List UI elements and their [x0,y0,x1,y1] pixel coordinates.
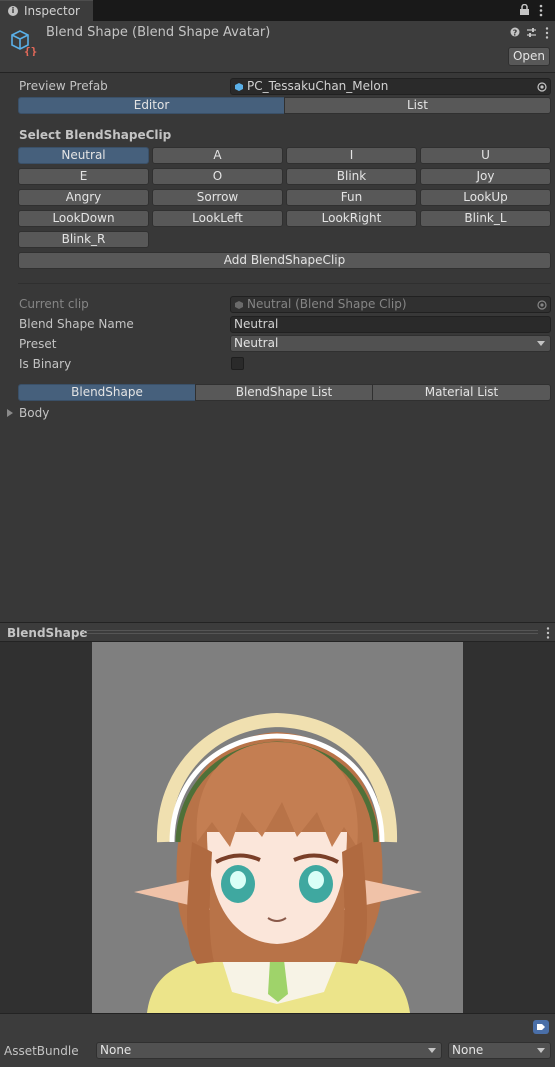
chevron-down-icon [537,1048,545,1053]
blendshape-avatar-icon: {} [11,30,37,56]
tab-inspector-label: Inspector [24,4,80,18]
clip-button-sorrow[interactable]: Sorrow [152,189,283,206]
info-icon: i [8,6,18,16]
preset-value: Neutral [234,336,279,350]
clip-button-angry[interactable]: Angry [18,189,149,206]
asset-bundle-label: AssetBundle [4,1044,79,1058]
clip-button-fun[interactable]: Fun [286,189,417,206]
preset-label: Preset [19,337,57,351]
clip-button-u[interactable]: U [420,147,551,164]
clip-button-blink[interactable]: Blink [286,168,417,185]
tab-list[interactable]: List [284,97,551,114]
clip-button-lookright[interactable]: LookRight [286,210,417,227]
clip-button-a[interactable]: A [152,147,283,164]
clip-button-blink-r[interactable]: Blink_R [18,231,149,248]
preview-panel-header[interactable]: BlendShape [0,622,555,642]
current-clip-value: Neutral (Blend Shape Clip) [247,297,407,311]
presets-icon[interactable] [526,27,537,38]
preset-dropdown[interactable]: Neutral [230,335,551,352]
object-picker-icon[interactable] [537,82,547,92]
preview-viewport[interactable] [0,642,555,1013]
is-binary-label: Is Binary [19,357,72,371]
add-blendshapeclip-button[interactable]: Add BlendShapeClip [18,252,551,269]
tab-blendshape-list[interactable]: BlendShape List [195,384,373,401]
lock-icon[interactable] [519,4,530,16]
clip-button-e[interactable]: E [18,168,149,185]
svg-text:?: ? [513,29,518,38]
clip-button-o[interactable]: O [152,168,283,185]
current-clip-picker-icon [537,300,547,310]
blend-shape-name-label: Blend Shape Name [19,317,134,331]
tab-inspector[interactable]: i Inspector [0,0,93,21]
chevron-down-icon [428,1048,436,1053]
preview-prefab-label: Preview Prefab [19,79,108,93]
preview-menu-icon[interactable] [546,627,550,639]
preview-prefab-value: PC_TessakuChan_Melon [247,79,389,93]
is-binary-checkbox[interactable] [231,357,244,370]
clip-button-neutral[interactable]: Neutral [18,147,149,164]
preview-prefab-field[interactable]: PC_TessakuChan_Melon [230,78,551,95]
clip-button-lookleft[interactable]: LookLeft [152,210,283,227]
tree-item-body[interactable]: Body [19,406,49,420]
drag-handle[interactable] [84,630,538,634]
asset-label-tag-icon[interactable] [533,1020,549,1034]
tab-material-list[interactable]: Material List [372,384,551,401]
blendshape-clip-icon [235,301,243,309]
foldout-arrow-icon[interactable] [7,409,13,417]
chevron-down-icon [537,341,545,346]
preview-panel-title: BlendShape [7,626,88,640]
prefab-icon [235,83,243,91]
asset-bundle-value: None [100,1043,132,1057]
kebab-menu-icon[interactable] [539,4,543,17]
asset-labels-footer: AssetBundle None None [0,1013,555,1067]
current-clip-label: Current clip [19,297,89,311]
avatar-preview-image [92,642,463,1013]
asset-bundle-dropdown[interactable]: None [96,1042,442,1059]
header-menu-icon[interactable] [545,27,549,39]
help-icon[interactable]: ? [510,27,520,37]
inspector-title: Blend Shape (Blend Shape Avatar) [46,25,271,40]
tab-blendshape[interactable]: BlendShape [18,384,196,401]
blend-shape-name-input[interactable]: Neutral [230,316,551,333]
select-clip-heading: Select BlendShapeClip [19,128,172,142]
clip-button-i[interactable]: I [286,147,417,164]
tab-editor[interactable]: Editor [18,97,285,114]
tab-bar: i Inspector [0,0,555,21]
clip-button-lookdown[interactable]: LookDown [18,210,149,227]
asset-bundle-variant-value: None [452,1043,484,1057]
clip-button-lookup[interactable]: LookUp [420,189,551,206]
clip-button-joy[interactable]: Joy [420,168,551,185]
current-clip-field: Neutral (Blend Shape Clip) [230,296,551,313]
open-button[interactable]: Open [508,47,550,66]
clip-button-blink-l[interactable]: Blink_L [420,210,551,227]
svg-text:{}: {} [24,45,37,56]
asset-bundle-variant-dropdown[interactable]: None [448,1042,551,1059]
inspector-header: {} Blend Shape (Blend Shape Avatar) ? Op… [0,21,555,72]
